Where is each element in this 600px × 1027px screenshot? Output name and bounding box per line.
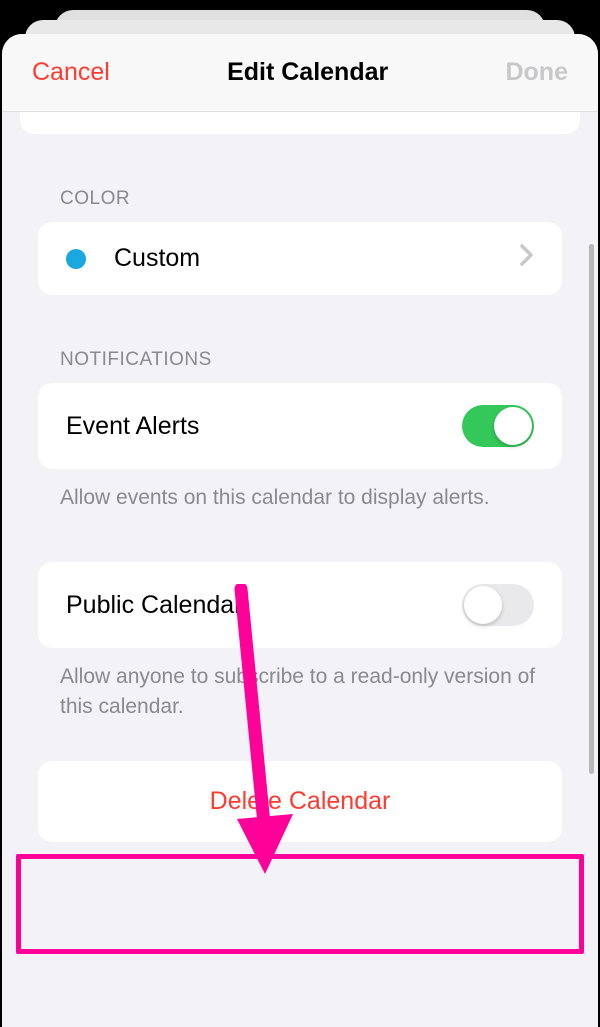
partial-cell-top	[20, 112, 580, 134]
event-alerts-footer: Allow events on this calendar to display…	[60, 483, 540, 512]
toggle-knob-icon	[494, 407, 532, 445]
annotation-highlight-box	[16, 854, 584, 954]
chevron-right-icon	[520, 244, 534, 273]
color-section-header: COLOR	[60, 188, 580, 210]
notifications-section-header: NOTIFICATIONS	[60, 349, 580, 371]
cancel-button[interactable]: Cancel	[32, 58, 110, 87]
event-alerts-row: Event Alerts	[38, 383, 562, 469]
delete-calendar-label: Delete Calendar	[210, 787, 391, 815]
public-calendar-footer: Allow anyone to subscribe to a read-only…	[60, 662, 540, 721]
modal-sheet: Cancel Edit Calendar Done COLOR Custom N…	[2, 34, 598, 1027]
delete-calendar-button[interactable]: Delete Calendar	[38, 761, 562, 842]
event-alerts-label: Event Alerts	[66, 412, 462, 441]
navigation-bar: Cancel Edit Calendar Done	[2, 34, 598, 112]
public-calendar-label: Public Calendar	[66, 591, 462, 620]
scrollbar[interactable]	[589, 244, 594, 774]
color-swatch-icon	[66, 249, 86, 269]
public-calendar-row: Public Calendar	[38, 562, 562, 648]
public-calendar-toggle[interactable]	[462, 584, 534, 626]
done-button[interactable]: Done	[505, 58, 568, 87]
content-area: COLOR Custom NOTIFICATIONS Event Alerts …	[2, 188, 598, 842]
color-row[interactable]: Custom	[38, 222, 562, 295]
page-title: Edit Calendar	[227, 58, 388, 87]
color-name-label: Custom	[114, 244, 520, 273]
event-alerts-toggle[interactable]	[462, 405, 534, 447]
toggle-knob-icon	[464, 586, 502, 624]
